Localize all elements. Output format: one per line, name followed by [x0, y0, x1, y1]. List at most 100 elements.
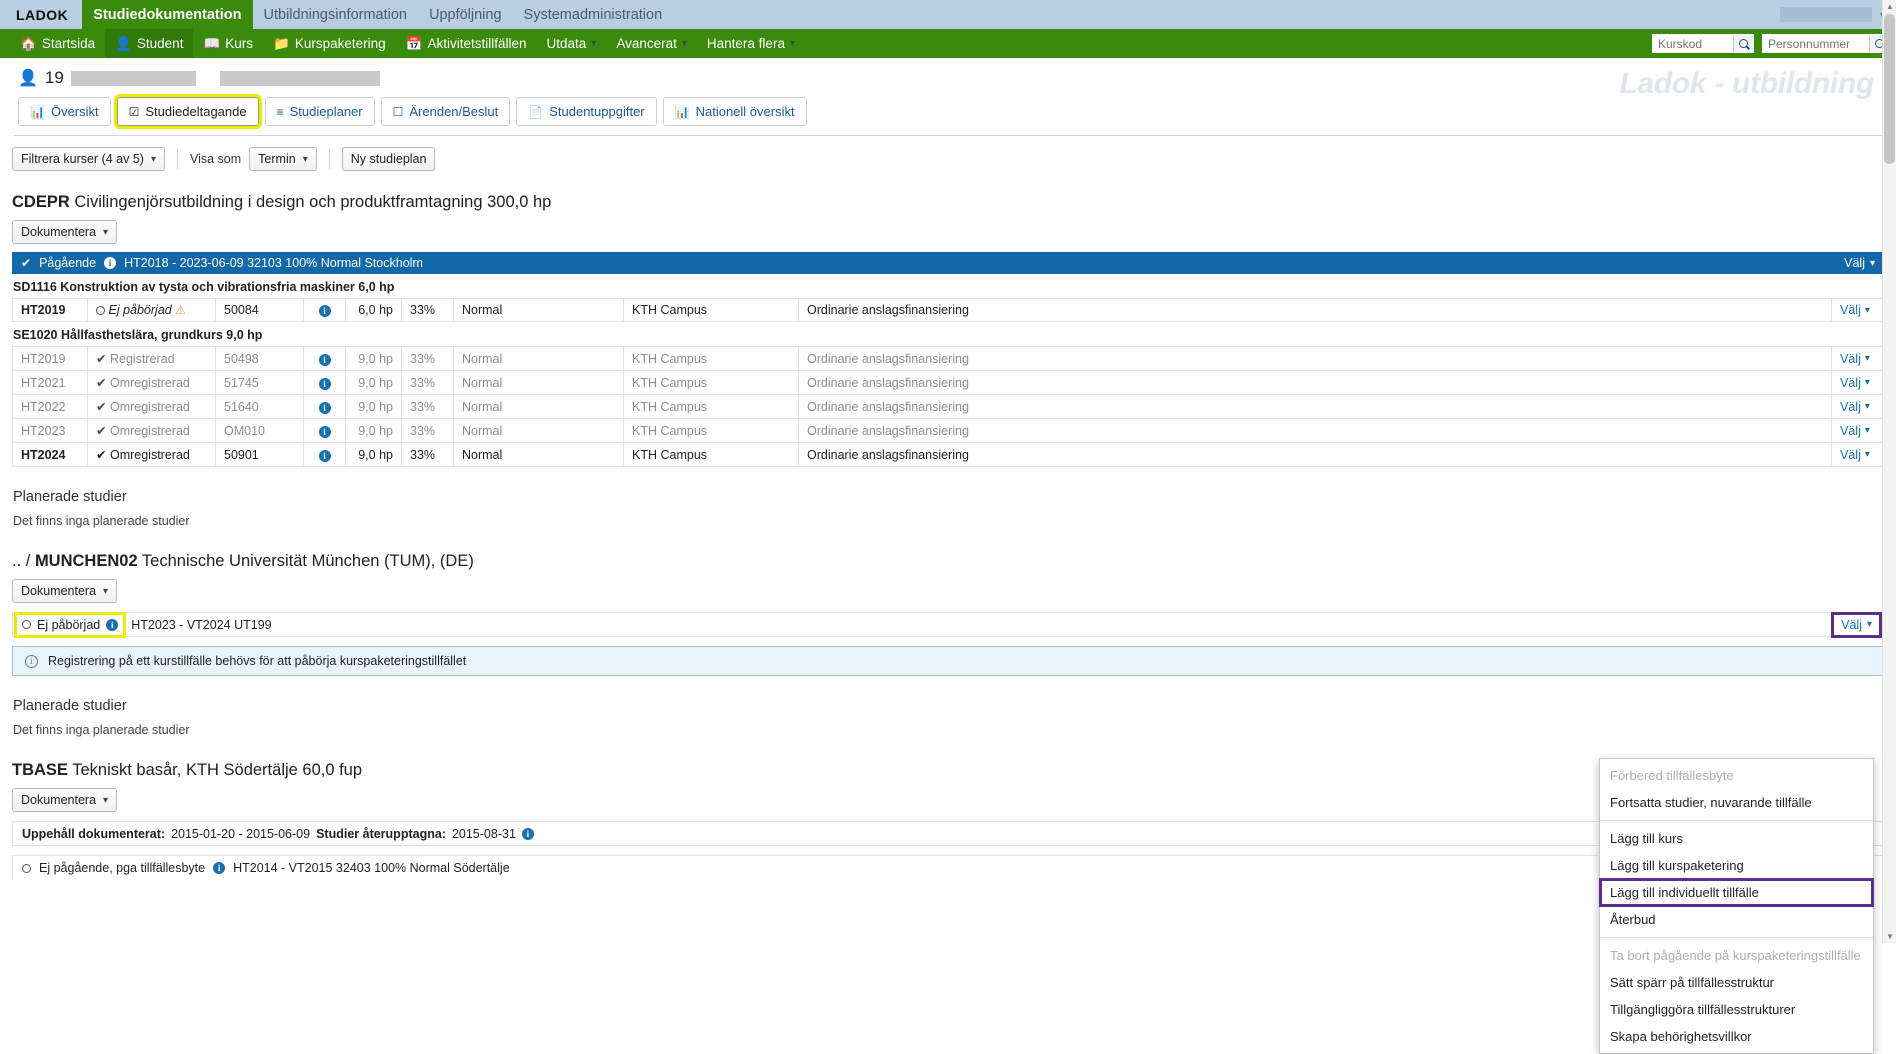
person-icon: 👤 [18, 70, 38, 87]
chart-icon: 📊 [674, 104, 690, 119]
scroll-down-icon[interactable]: ▼ [1886, 932, 1894, 941]
tab-label: Nationell översikt [695, 104, 795, 119]
cell-info[interactable]: i [303, 418, 346, 443]
info-icon[interactable]: i [106, 618, 119, 631]
valj-dropdown-row[interactable]: Välj ▾ [1840, 376, 1870, 390]
valj-dropdown-cdepr[interactable]: Välj ▾ [1844, 256, 1875, 270]
cell-percent: 33% [401, 442, 454, 467]
cell-info[interactable]: i [303, 442, 346, 467]
tab-arenden-beslut[interactable]: ☐ Ärenden/Beslut [380, 97, 511, 126]
nav-item-avancerat[interactable]: Avancerat ▾ [606, 29, 697, 58]
visa-som-label: Visa som [189, 152, 242, 166]
menu-item-skapa-behorighetsvillkor[interactable]: Skapa behörighetsvillkor [1600, 1023, 1873, 1050]
cell-hp: 9,0 hp [345, 442, 402, 467]
valj-dropdown-row[interactable]: Välj ▾ [1840, 303, 1870, 317]
table-row[interactable]: HT2024 ✔ Omregistrerad 50901 i 9,0 hp 33… [12, 442, 1884, 467]
valj-label: Välj [1844, 256, 1865, 270]
scroll-up-icon[interactable]: ▲ [1886, 2, 1894, 11]
kurskod-input[interactable] [1653, 35, 1733, 52]
cell-info[interactable]: i [303, 370, 346, 395]
nav-item-aktivitetstillfallen[interactable]: 📅 Aktivitetstillfällen [396, 29, 537, 58]
valj-label: Välj [1840, 399, 1861, 414]
info-icon[interactable]: i [213, 862, 226, 874]
info-icon[interactable]: i [318, 353, 331, 366]
cell-info[interactable]: i [303, 346, 346, 371]
package-code: MUNCHEN02 [34, 552, 138, 570]
nav-item-utdata[interactable]: Utdata ▾ [537, 29, 607, 58]
valj-dropdown-row[interactable]: Välj ▾ [1840, 400, 1870, 414]
appbar-tab-studiedokumentation[interactable]: Studiedokumentation [82, 0, 253, 29]
chevron-down-icon: ▾ [789, 38, 795, 49]
cell-valj[interactable]: Välj ▾ [1831, 418, 1884, 443]
table-row[interactable]: HT2019 Ej påbörjad ⚠ 50084 i 6,0 hp 33% … [12, 298, 1884, 322]
nav-item-hantera-flera[interactable]: Hantera flera ▾ [697, 29, 805, 58]
nav-item-student[interactable]: 👤 Student [105, 29, 194, 58]
info-icon[interactable]: i [318, 377, 331, 390]
valj-dropdown-row[interactable]: Välj ▾ [1840, 352, 1870, 366]
cell-valj[interactable]: Välj ▾ [1831, 346, 1884, 371]
valj-dropdown-row[interactable]: Välj ▾ [1840, 448, 1870, 462]
info-icon[interactable]: i [318, 449, 331, 462]
nav-label: Avancerat [616, 36, 677, 51]
vertical-scrollbar[interactable]: ▲ ▼ [1882, 0, 1896, 943]
info-icon[interactable]: i [104, 257, 117, 269]
nav-label: Aktivitetstillfällen [427, 36, 527, 51]
personnummer-input[interactable] [1763, 35, 1869, 52]
nav-item-kurs[interactable]: 📖 Kurs [193, 29, 263, 58]
table-row[interactable]: HT2022 ✔ Omregistrerad 51640 i 9,0 hp 33… [12, 394, 1884, 419]
tab-studieplaner[interactable]: ≡ Studieplaner [264, 97, 375, 126]
cell-info[interactable]: i [303, 394, 346, 419]
menu-item-aterbud[interactable]: Återbud [1600, 906, 1873, 933]
info-icon[interactable]: i [318, 425, 331, 438]
kurskod-search-button[interactable] [1733, 35, 1753, 52]
tab-studentuppgifter[interactable]: 📄 Studentuppgifter [516, 97, 657, 126]
appbar-tab-uppfoljning[interactable]: Uppföljning [418, 0, 513, 29]
dokumentera-button[interactable]: Dokumentera ▾ [12, 579, 118, 603]
nav-item-kurspaketering[interactable]: 📁 Kurspaketering [263, 29, 396, 58]
info-icon[interactable]: i [318, 305, 331, 317]
info-icon[interactable]: i [521, 827, 534, 840]
menu-item-forbered-tillfallesbyte: Förbered tillfällesbyte [1610, 768, 1734, 783]
table-row[interactable]: HT2019 ✔ Registrerad 50498 i 9,0 hp 33% … [12, 346, 1884, 371]
menu-divider [1600, 937, 1873, 938]
menu-item-satt-sparr[interactable]: Sätt spärr på tillfällesstruktur [1600, 969, 1873, 996]
kurskod-search[interactable] [1652, 34, 1754, 53]
cell-info[interactable]: i [303, 298, 346, 322]
visa-som-dropdown[interactable]: Termin ▾ [249, 147, 317, 171]
cell-valj[interactable]: Välj ▾ [1831, 394, 1884, 419]
filtrera-kurser-dropdown[interactable]: Filtrera kurser (4 av 5) ▾ [12, 147, 165, 171]
tab-nationell-oversikt[interactable]: 📊 Nationell översikt [662, 97, 807, 126]
unit-select[interactable] [1779, 7, 1872, 22]
info-icon[interactable]: i [318, 401, 331, 414]
list-icon: ≡ [276, 104, 284, 119]
cell-valj[interactable]: Välj ▾ [1831, 298, 1884, 322]
cell-status: ✔ Omregistrerad [87, 370, 216, 395]
cell-location: KTH Campus [623, 418, 799, 443]
tab-oversikt[interactable]: 📊 Översikt [18, 97, 111, 126]
tab-studiedeltagande[interactable]: ☑ Studiedeltagande [113, 94, 262, 129]
cell-valj[interactable]: Välj ▾ [1831, 442, 1884, 467]
status-text: Ej påbörjad [108, 303, 172, 317]
uppehall-range: 2015-01-20 - 2015-06-09 [171, 826, 311, 841]
menu-item-tillgangliggora[interactable]: Tillgängliggöra tillfällesstrukturer [1600, 996, 1873, 1023]
dokumentera-label: Dokumentera [21, 225, 97, 239]
appbar-tab-utbildningsinformation[interactable]: Utbildningsinformation [253, 0, 418, 29]
menu-item-lagg-till-individuellt-tillfalle[interactable]: Lägg till individuellt tillfälle [1599, 878, 1874, 907]
dokumentera-button[interactable]: Dokumentera ▾ [12, 220, 118, 244]
table-row[interactable]: HT2023 ✔ Omregistrerad OM010 i 9,0 hp 33… [12, 418, 1884, 443]
valj-dropdown-row[interactable]: Välj ▾ [1840, 424, 1870, 438]
valj-dropdown-munchen[interactable]: Välj ▾ [1831, 611, 1882, 638]
ny-studieplan-button[interactable]: Ny studieplan [341, 147, 436, 171]
table-row[interactable]: HT2021 ✔ Omregistrerad 51745 i 9,0 hp 33… [12, 370, 1884, 395]
cell-valj[interactable]: Välj ▾ [1831, 370, 1884, 395]
valj-label: Välj [1840, 447, 1861, 462]
dokumentera-button[interactable]: Dokumentera ▾ [12, 788, 118, 812]
menu-item-lagg-till-kurspaketering[interactable]: Lägg till kurspaketering [1600, 852, 1873, 879]
scrollbar-thumb[interactable] [1884, 14, 1895, 164]
menu-item-fortsatta-studier[interactable]: Fortsatta studier, nuvarande tillfälle [1600, 789, 1873, 816]
valj-context-menu[interactable]: Förbered tillfällesbyte Fortsatta studie… [1599, 758, 1874, 1054]
menu-item-lagg-till-kurs[interactable]: Lägg till kurs [1600, 825, 1873, 852]
nav-item-startsida[interactable]: 🏠 Startsida [10, 29, 105, 58]
appbar-tab-systemadministration[interactable]: Systemadministration [513, 0, 674, 29]
personnummer-search[interactable] [1762, 34, 1890, 53]
